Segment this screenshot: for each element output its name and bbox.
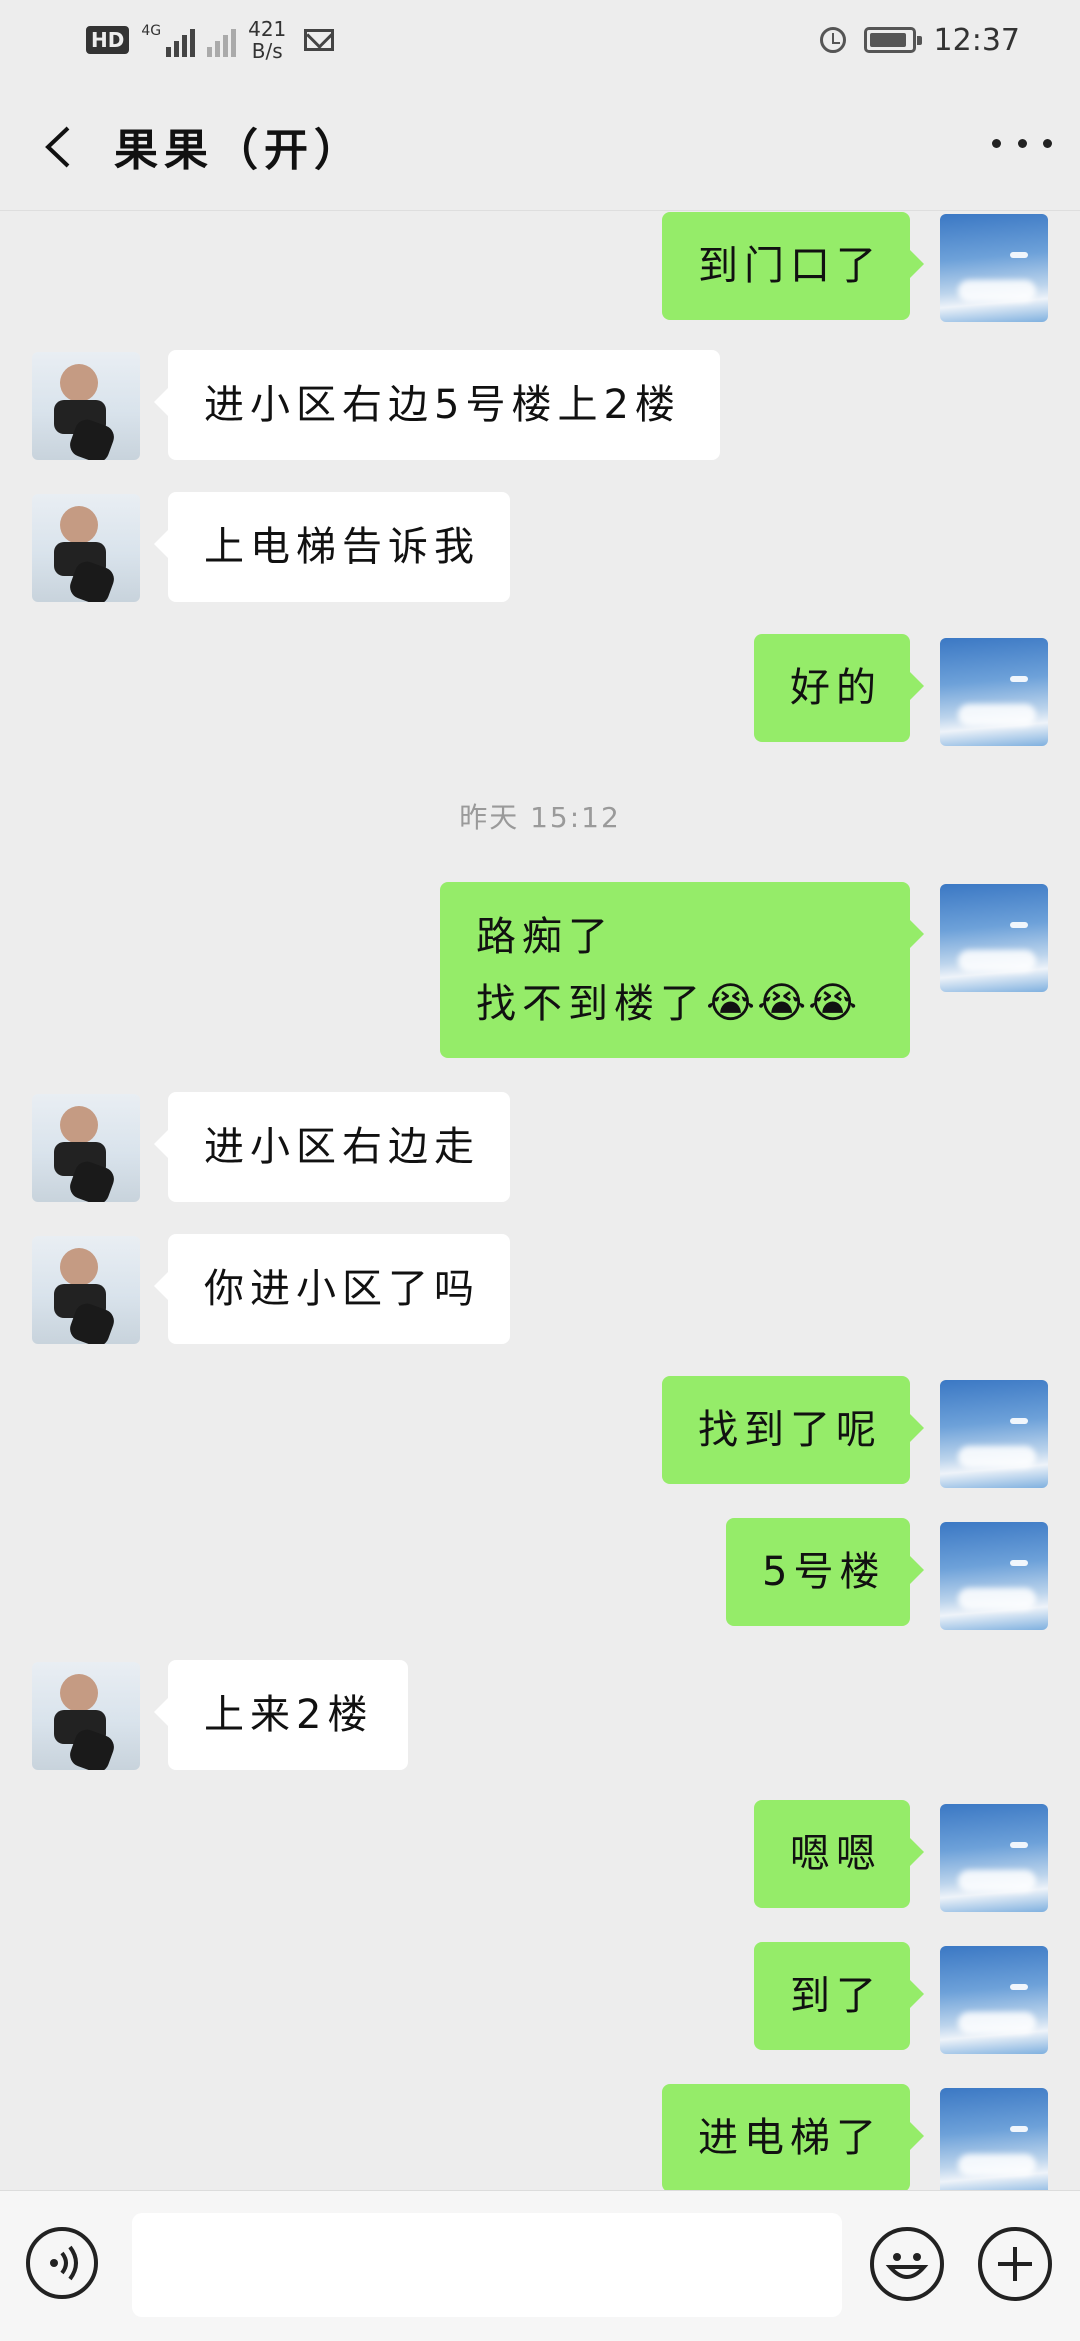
chat-header: 果果（开）	[0, 80, 1080, 211]
plus-icon[interactable]	[978, 2227, 1052, 2301]
hd-icon: HD	[86, 26, 130, 54]
message-line-with-emoji: 找不到楼了😭😭😭	[476, 970, 859, 1037]
status-bar: HD 4G 421 B/s 12:37	[0, 0, 1080, 80]
self-avatar[interactable]	[940, 2088, 1048, 2196]
contact-avatar[interactable]	[32, 1236, 140, 1344]
chevron-left-icon[interactable]	[36, 122, 86, 172]
emoji-icon[interactable]	[870, 2227, 944, 2301]
status-left: HD 4G 421 B/s	[86, 18, 335, 62]
clock: 12:37	[933, 22, 1020, 58]
message-bubble[interactable]: 好的	[754, 634, 924, 742]
network-speed: 421 B/s	[248, 18, 286, 62]
message-bubble[interactable]: 5号楼	[726, 1518, 924, 1626]
crying-emoji-icon: 😭😭😭	[706, 977, 860, 1027]
signal-icon: 4G	[141, 23, 196, 57]
message-line: 路痴了	[476, 913, 614, 960]
message-bubble[interactable]: 你进小区了吗	[154, 1234, 510, 1344]
self-avatar[interactable]	[940, 884, 1048, 992]
battery-icon	[863, 27, 922, 53]
message-input[interactable]	[132, 2213, 842, 2317]
self-avatar[interactable]	[940, 214, 1048, 322]
message-bubble[interactable]: 进电梯了	[662, 2084, 924, 2192]
self-avatar[interactable]	[940, 1380, 1048, 1488]
network-type: 4G	[141, 23, 162, 39]
message-list[interactable]: 到门口了 进小区右边5号楼上2楼 上电梯告诉我 好的 昨天 15:12 路痴了 …	[0, 210, 1080, 2210]
smile-face-icon	[885, 2253, 929, 2279]
chat-title: 果果（开）	[114, 125, 364, 176]
self-avatar[interactable]	[940, 638, 1048, 746]
plus-sign-icon	[998, 2247, 1032, 2281]
message-line: 找不到楼了	[476, 980, 706, 1027]
contact-avatar[interactable]	[32, 494, 140, 602]
speed-unit: B/s	[251, 39, 283, 63]
input-bar	[0, 2190, 1080, 2341]
contact-avatar[interactable]	[32, 1094, 140, 1202]
voice-icon[interactable]	[26, 2227, 98, 2299]
message-bubble[interactable]: 上电梯告诉我	[154, 492, 510, 602]
no-signal-icon	[207, 23, 237, 57]
message-bubble[interactable]: 找到了呢	[662, 1376, 924, 1484]
self-avatar[interactable]	[940, 1522, 1048, 1630]
self-avatar[interactable]	[940, 1946, 1048, 2054]
status-right: 12:37	[819, 18, 1020, 62]
alarm-icon	[819, 27, 846, 53]
voice-waves-icon	[50, 2245, 78, 2281]
contact-avatar[interactable]	[32, 1662, 140, 1770]
message-bubble[interactable]: 上来2楼	[154, 1660, 408, 1770]
message-bubble[interactable]: 进小区右边走	[154, 1092, 510, 1202]
message-bubble[interactable]: 到了	[754, 1942, 924, 2050]
speed-value: 421	[248, 17, 287, 41]
contact-avatar[interactable]	[32, 352, 140, 460]
message-bubble[interactable]: 进小区右边5号楼上2楼	[154, 350, 720, 460]
mail-icon	[304, 29, 335, 51]
message-bubble[interactable]: 嗯嗯	[754, 1800, 924, 1908]
message-bubble[interactable]: 路痴了 找不到楼了😭😭😭	[440, 882, 924, 1058]
timestamp: 昨天 15:12	[459, 801, 621, 834]
more-icon[interactable]	[992, 128, 1052, 158]
self-avatar[interactable]	[940, 1804, 1048, 1912]
message-bubble[interactable]: 到门口了	[662, 212, 924, 320]
